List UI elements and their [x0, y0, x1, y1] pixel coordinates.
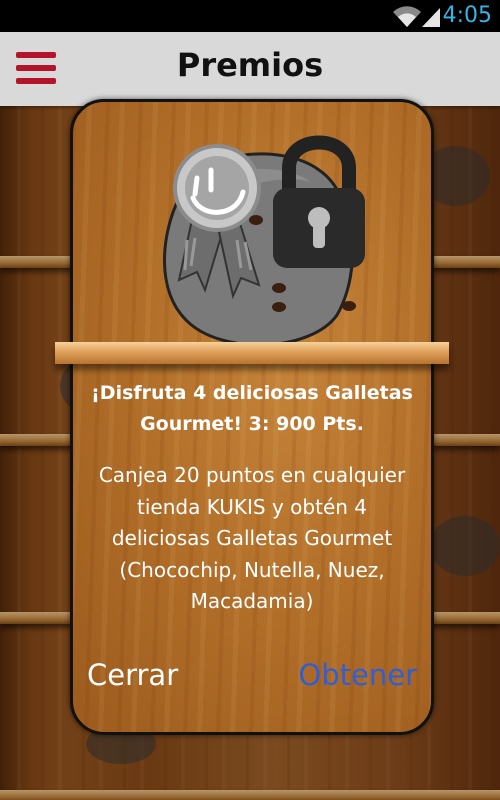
reward-dialog: ¡Disfruta 4 deliciosas Galletas Gourmet!… — [55, 99, 449, 735]
close-button[interactable]: Cerrar — [87, 658, 178, 692]
status-bar: 4:05 — [0, 0, 500, 32]
dialog-shelf — [55, 342, 449, 364]
reward-title: ¡Disfruta 4 deliciosas Galletas Gourmet!… — [91, 382, 413, 435]
obtain-button[interactable]: Obtener — [298, 658, 417, 692]
locked-reward-icon — [163, 135, 365, 347]
wifi-icon — [393, 6, 421, 27]
cell-signal-icon — [422, 8, 440, 27]
lock-icon — [273, 135, 365, 268]
clock: 4:05 — [442, 3, 492, 28]
page-title: Premios — [176, 46, 324, 84]
reward-description: Canjea 20 puntos en cualquier tienda KUK… — [98, 463, 406, 613]
action-bar: Premios — [0, 32, 500, 106]
